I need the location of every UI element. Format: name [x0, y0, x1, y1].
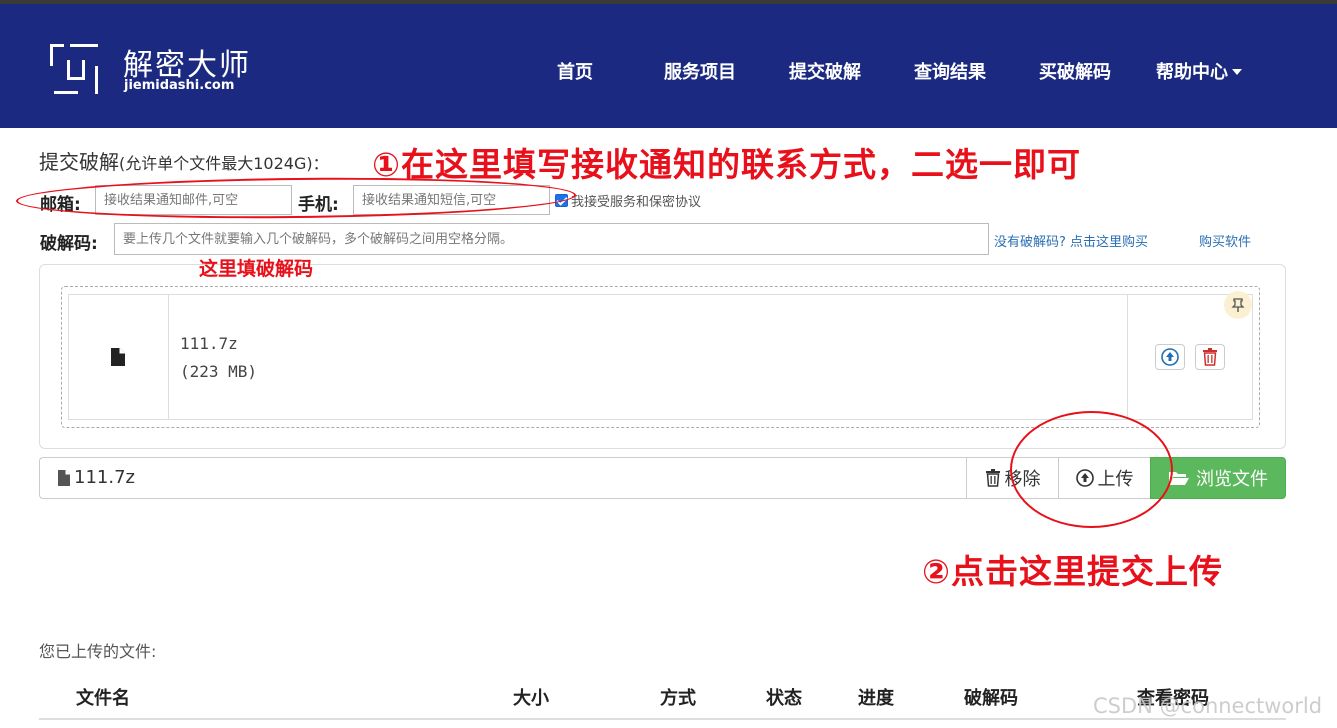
column-status: 状态 — [766, 688, 802, 709]
nav-buy-code[interactable]: 买破解码 — [1039, 58, 1111, 84]
code-label: 破解码: — [40, 234, 98, 254]
column-filename: 文件名 — [76, 688, 130, 709]
annotation-code: 这里填破解码 — [199, 258, 314, 280]
form-title: 提交破解(允许单个文件最大1024G)： — [39, 146, 329, 175]
agree-text: 我接受服务和保密协议 — [571, 195, 702, 210]
table-header-divider — [39, 718, 1286, 720]
no-code-link[interactable]: 没有破解码? 点击这里购买 — [994, 231, 1148, 250]
pin-button[interactable] — [1224, 291, 1252, 319]
column-code: 破解码 — [964, 688, 1018, 709]
nav-services[interactable]: 服务项目 — [664, 58, 736, 84]
caret-down-icon — [1232, 68, 1242, 75]
browse-label: 浏览文件 — [1196, 469, 1268, 490]
nav-results[interactable]: 查询结果 — [914, 58, 986, 84]
column-method: 方式 — [660, 688, 696, 709]
remove-label: 移除 — [1004, 469, 1041, 490]
watermark: CSDN @connectworld — [1093, 694, 1323, 718]
file-icon — [111, 348, 125, 366]
column-progress: 进度 — [858, 688, 894, 709]
upload-file-button[interactable] — [1155, 344, 1185, 370]
brand-domain: jiemidashi.com — [124, 78, 235, 93]
column-size: 大小 — [513, 688, 549, 709]
file-icon — [58, 469, 70, 486]
caption-filename-wrap: 111.7z — [57, 467, 135, 488]
nav-submit[interactable]: 提交破解 — [789, 58, 861, 84]
annotation-upload: ②点击这里提交上传 — [922, 552, 1223, 591]
uploaded-files-title: 您已上传的文件: — [39, 642, 157, 661]
upload-circle-icon — [1161, 348, 1179, 366]
annotation-contact: ①在这里填写接收通知的联系方式，二选一即可 — [372, 145, 1081, 184]
trash-icon — [1203, 348, 1217, 366]
pin-icon — [1231, 298, 1245, 312]
delete-file-button[interactable] — [1195, 344, 1225, 370]
agree-checkbox[interactable] — [555, 194, 568, 207]
file-size: (223 MB) — [180, 362, 258, 381]
phone-field[interactable] — [353, 185, 550, 215]
nav-home[interactable]: 首页 — [557, 58, 593, 84]
code-field[interactable] — [114, 223, 989, 255]
phone-label: 手机: — [298, 195, 339, 215]
caption-filename: 111.7z — [74, 467, 135, 488]
nav-help-label: 帮助中心 — [1156, 62, 1228, 83]
file-caption — [39, 457, 967, 499]
navbar: 解密大师 jiemidashi.com 首页 服务项目 提交破解 查询结果 买破… — [0, 4, 1337, 128]
email-field[interactable] — [95, 185, 292, 215]
form-title-main: 提交破解 — [39, 150, 119, 174]
upload-button[interactable]: 上传 — [1058, 457, 1151, 499]
email-label: 邮箱: — [40, 195, 81, 215]
logo-icon[interactable] — [50, 44, 102, 94]
file-preview-card — [68, 294, 1253, 420]
file-name: 111.7z — [180, 334, 238, 353]
buy-software-link[interactable]: 购买软件 — [1199, 231, 1251, 250]
file-thumbnail — [68, 294, 169, 420]
nav-help[interactable]: 帮助中心 — [1156, 58, 1242, 84]
upload-circle-icon — [1075, 469, 1094, 487]
trash-icon — [985, 469, 1000, 487]
remove-button[interactable]: 移除 — [966, 457, 1059, 499]
folder-open-icon — [1169, 472, 1189, 485]
agree-checkbox-row[interactable]: 我接受服务和保密协议 — [555, 191, 701, 210]
form-title-note: (允许单个文件最大1024G)： — [119, 154, 329, 173]
upload-label: 上传 — [1097, 469, 1134, 490]
browse-files-button[interactable]: 浏览文件 — [1150, 457, 1286, 499]
